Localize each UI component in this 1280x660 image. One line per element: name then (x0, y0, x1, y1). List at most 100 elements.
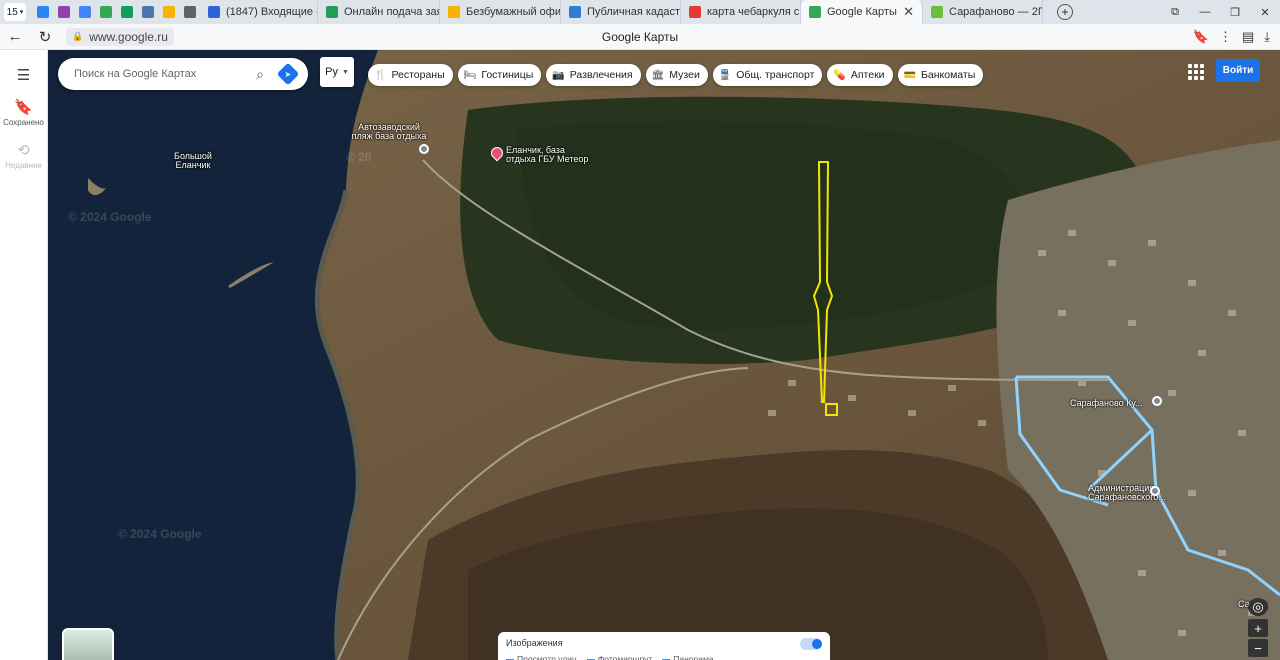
favicon-icon (120, 6, 133, 18)
atm-icon: 💳 (903, 69, 916, 81)
favicon-icon (78, 6, 91, 18)
favicon-icon (183, 6, 196, 18)
map-label-beach[interactable]: Автозаводский пляж база отдыха (346, 123, 432, 141)
hamburger-menu-icon[interactable]: ☰ (0, 66, 47, 84)
layer-option[interactable]: Фотомаршрут (587, 654, 652, 660)
chip-hotel[interactable]: 🛏 Гостиницы (457, 64, 542, 86)
browser-tab-strip: 15▾ (1847) Входящие - Почта Онлайн подача… (0, 0, 1280, 24)
chip-atm[interactable]: 💳 Банкоматы (897, 64, 984, 86)
layers-title: Изображения (506, 638, 563, 648)
museum-icon: 🏛 (651, 69, 665, 81)
pinned-tab[interactable] (74, 0, 95, 24)
favicon-icon (931, 6, 943, 18)
layers-thumbnail[interactable] (62, 628, 114, 660)
tab-title: Сарафаново — 2ГИС (949, 6, 1043, 18)
map-label-lake[interactable]: Большой Еланчик (163, 152, 223, 170)
chip-camera[interactable]: 📷 Развлечения (546, 64, 641, 86)
chip-label: Гостиницы (481, 69, 534, 81)
close-window-button[interactable]: ✕ (1250, 6, 1280, 19)
browser-tab[interactable]: Публичная кадастров (561, 0, 681, 24)
browser-tab[interactable]: Онлайн подача заявки (318, 0, 440, 24)
place-pin-icon[interactable] (1152, 396, 1162, 406)
browser-tab[interactable]: карта чебаркуля с ули (681, 0, 801, 24)
chip-restaurant[interactable]: 🍴 Рестораны (368, 64, 453, 86)
address-bar: ← ↻ 🔒 www.google.ru Google Карты 🔖 ⋮ ▤ ⤓ (0, 24, 1280, 50)
favicon-icon (141, 6, 154, 18)
chip-label: Банкоматы (921, 69, 976, 81)
landmark-pin-icon[interactable] (1150, 486, 1160, 496)
chip-label: Рестораны (391, 69, 445, 81)
transit-icon: 🚆 (718, 69, 732, 81)
place-pin-icon[interactable] (419, 144, 429, 154)
favicon-icon (689, 6, 701, 18)
reader-icon[interactable]: ▤ (1242, 29, 1254, 45)
maps-side-rail: ☰ 🔖 Сохранено ⟲ Недавние (0, 50, 48, 660)
tabs-list-icon[interactable]: ⧉ (1160, 6, 1190, 19)
page-title: Google Карты (601, 29, 679, 44)
chip-museum[interactable]: 🏛 Музеи (645, 64, 708, 86)
recent-button[interactable]: ⟲ Недавние (0, 141, 47, 170)
new-tab-button[interactable]: + (1057, 4, 1073, 20)
map-watermark: © 2024 Google (68, 210, 152, 224)
search-input[interactable] (74, 68, 244, 80)
favicon-icon (57, 6, 70, 18)
pinned-tab[interactable] (95, 0, 116, 24)
favicon-icon (809, 6, 821, 18)
url-field[interactable]: 🔒 www.google.ru (66, 27, 174, 46)
pinned-tab[interactable] (116, 0, 137, 24)
restore-button[interactable]: ❐ (1220, 6, 1250, 19)
browser-tab[interactable]: (1847) Входящие - Почта (200, 0, 318, 24)
tab-title: Онлайн подача заявки (344, 6, 439, 18)
hotel-icon: 🛏 (463, 69, 477, 81)
tab-title: (1847) Входящие - Почта (226, 6, 317, 18)
map-label-camp[interactable]: Еланчик, база отдыха ГБУ Метеор (506, 146, 588, 164)
favicon-icon (208, 6, 220, 18)
layer-option[interactable]: Просмотр улиц (506, 654, 577, 660)
pinned-tab[interactable] (158, 0, 179, 24)
my-location-button[interactable]: ◎ (1248, 598, 1268, 616)
minimize-button[interactable]: — (1190, 6, 1220, 19)
chip-pharmacy[interactable]: 💊 Аптеки (827, 64, 893, 86)
pinned-tab[interactable] (53, 0, 74, 24)
saved-button[interactable]: 🔖 Сохранено (0, 98, 47, 127)
layer-option[interactable]: Панорама (662, 654, 713, 660)
favicon-icon (36, 6, 49, 18)
tab-title: Публичная кадастров (587, 6, 681, 18)
chip-label: Аптеки (850, 69, 885, 81)
bookmark-icon[interactable]: 🔖 (1193, 29, 1209, 45)
browser-tab[interactable]: Сарафаново — 2ГИС (923, 0, 1043, 24)
zoom-out-button[interactable]: − (1248, 639, 1268, 657)
imagery-toggle[interactable] (800, 638, 822, 650)
satellite-map[interactable]: © 2024 Google © 2024 Google © 20 Большой… (48, 50, 1280, 660)
history-icon: ⟲ (17, 142, 30, 159)
pinned-tab[interactable] (32, 0, 53, 24)
pinned-tab[interactable] (137, 0, 158, 24)
chip-label: Общ. транспорт (736, 69, 815, 81)
sign-in-button[interactable]: Войти (1216, 59, 1260, 82)
pinned-tab[interactable] (179, 0, 200, 24)
search-icon[interactable]: ⌕ (250, 64, 270, 84)
map-watermark: © 20 (346, 150, 372, 164)
chip-label: Музеи (669, 69, 700, 81)
language-select[interactable]: Ру ▼ (320, 57, 354, 87)
map-label-administration[interactable]: Администрация Сарафановского... (1088, 484, 1166, 502)
browser-tab[interactable]: Google Карты ✕ (801, 0, 923, 24)
map-label-village[interactable]: Сарафаново Ку... (1070, 399, 1143, 408)
url-text: www.google.ru (89, 29, 168, 44)
search-box: ⌕ ➤ (58, 58, 308, 90)
back-button[interactable]: ← (0, 28, 30, 45)
apps-grid-icon[interactable] (1188, 64, 1204, 80)
close-tab-icon[interactable]: ✕ (903, 4, 914, 20)
favicon-icon (162, 6, 175, 18)
browser-tab[interactable]: Безбумажный офис F (440, 0, 561, 24)
favicon-icon (326, 6, 338, 18)
menu-icon[interactable]: ⋮ (1219, 29, 1232, 45)
pharmacy-icon: 💊 (833, 69, 846, 81)
directions-icon[interactable]: ➤ (276, 62, 300, 86)
zoom-in-button[interactable]: + (1248, 619, 1268, 637)
chip-transit[interactable]: 🚆 Общ. транспорт (712, 64, 823, 86)
download-icon[interactable]: ⤓ (1264, 29, 1270, 45)
reload-button[interactable]: ↻ (30, 28, 60, 46)
map-watermark: © 2024 Google (118, 527, 202, 541)
tab-counter[interactable]: 15 ▾ (4, 3, 26, 21)
